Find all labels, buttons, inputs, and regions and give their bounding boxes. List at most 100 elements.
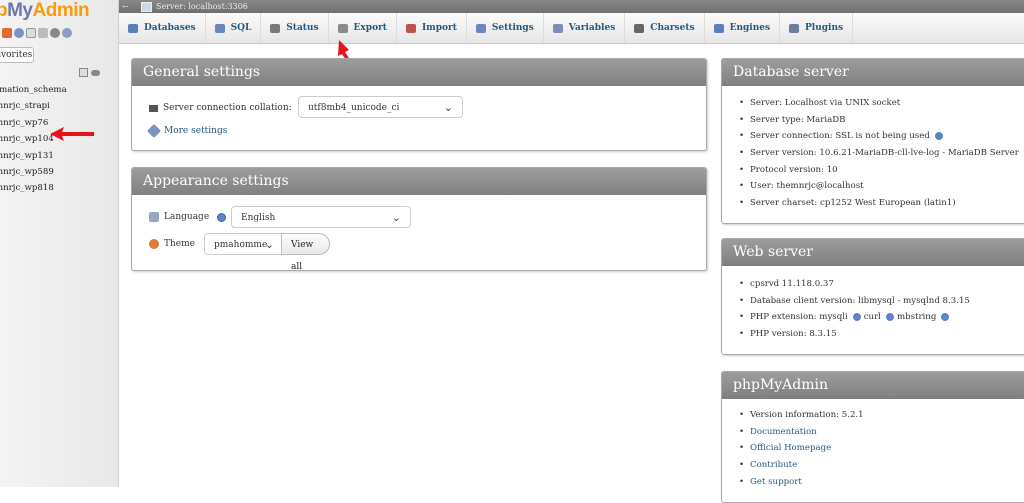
collapse-all-icon[interactable]	[79, 68, 88, 77]
database-server-title: Database server	[722, 59, 1024, 86]
sidebar-db-item[interactable]: mnrjc_wp589	[0, 164, 67, 180]
phpmyadmin-panel: phpMyAdmin Version information: 5.2.1 Do…	[721, 371, 1024, 503]
collation-label: Server connection collation:	[163, 103, 292, 113]
theme-icon	[149, 239, 159, 249]
sidebar-db-item[interactable]: mnrjc_wp818	[0, 180, 67, 196]
import-icon	[405, 23, 416, 33]
chevron-down-icon: ⌄	[443, 101, 453, 114]
language-row: Language	[149, 212, 227, 222]
plugins-icon	[789, 23, 800, 33]
theme-label: Theme	[164, 239, 195, 249]
official-homepage-link[interactable]: Official Homepage	[739, 440, 864, 457]
reload-icon[interactable]	[62, 28, 72, 38]
tab-label: Settings	[491, 23, 534, 33]
tab-variables[interactable]: Variables	[544, 13, 626, 43]
annotation-arrow-sidebar	[50, 127, 94, 141]
contribute-link[interactable]: Contribute	[739, 457, 864, 474]
engines-icon	[713, 23, 724, 33]
home-icon[interactable]	[2, 28, 12, 38]
tab-label: Charsets	[650, 23, 695, 33]
tab-label: Engines	[729, 23, 771, 33]
favorites-tab[interactable]: avorites	[0, 47, 34, 63]
tab-label: SQL	[230, 23, 252, 33]
language-icon	[149, 212, 159, 222]
settings-icon	[475, 23, 486, 33]
view-all-themes-button[interactable]: View all	[281, 233, 330, 270]
documentation-link[interactable]: Documentation	[739, 424, 864, 441]
tab-sql[interactable]: SQL	[206, 13, 262, 43]
list-item: Protocol version: 10	[739, 162, 1019, 179]
more-settings-row[interactable]: More settings	[146, 123, 227, 139]
variables-icon	[552, 23, 563, 33]
status-icon	[270, 23, 281, 33]
list-item: Server connection: SSL is not being used	[739, 128, 1019, 145]
help-icon[interactable]	[217, 212, 227, 222]
collation-row: Server connection collation:	[149, 103, 310, 113]
sidebar-db-item[interactable]: rmation_schema	[0, 82, 67, 98]
tab-charsets[interactable]: Charsets	[625, 13, 705, 43]
help-icon[interactable]	[941, 312, 950, 321]
general-settings-panel: General settings Server connection colla…	[131, 58, 707, 151]
list-item: User: themnrjc@localhost	[739, 178, 1019, 195]
list-item: Server: Localhost via UNIX socket	[739, 95, 1019, 112]
quick-icons	[2, 28, 72, 38]
export-icon	[337, 23, 348, 33]
tab-label: Variables	[568, 23, 616, 33]
server-label[interactable]: Server: localhost:3306	[156, 0, 248, 13]
docs-icon[interactable]	[38, 28, 48, 38]
tab-label: Export	[353, 23, 387, 33]
sidebar-db-item[interactable]: mnrjc_wp131	[0, 148, 67, 164]
theme-select[interactable]: pmahomme ⌄	[204, 233, 282, 255]
phpmyadmin-info: Version information: 5.2.1 Documentation…	[739, 407, 864, 490]
collation-select[interactable]: utf8mb4_unicode_ci ⌄	[298, 96, 463, 118]
charsets-icon	[634, 23, 645, 33]
tab-label: Import	[421, 23, 457, 33]
list-item: Server charset: cp1252 West European (la…	[739, 195, 1019, 212]
exit-icon[interactable]	[14, 28, 24, 38]
language-value: English	[241, 213, 276, 223]
tab-settings[interactable]: Settings	[467, 13, 544, 43]
chevron-down-icon: ⌄	[264, 238, 274, 251]
tab-databases[interactable]: Databases	[119, 13, 206, 43]
server-breadcrumb[interactable]: Server: localhost:3306	[141, 0, 248, 13]
help-icon[interactable]	[852, 312, 861, 321]
sql-icon	[214, 23, 225, 33]
gear-icon[interactable]	[50, 28, 60, 38]
sidebar-db-item[interactable]: mnrjc_strapi	[0, 98, 67, 114]
web-server-panel: Web server cpsrvd 11.118.0.37 Database c…	[721, 238, 1024, 355]
tab-plugins[interactable]: Plugins	[780, 13, 854, 43]
more-settings-link[interactable]: More settings	[164, 126, 227, 136]
tab-status[interactable]: Status	[261, 13, 329, 43]
general-settings-title: General settings	[132, 59, 706, 86]
help-icon[interactable]	[934, 131, 943, 140]
tab-export[interactable]: Export	[329, 13, 397, 43]
database-server-info: Server: Localhost via UNIX socketServer …	[739, 95, 1019, 212]
web-server-title: Web server	[722, 239, 1024, 266]
tab-import[interactable]: Import	[397, 13, 467, 43]
wrench-icon	[146, 123, 162, 139]
navigation-sidebar: pMyAdmin avorites rmation_schemamnrjc_st…	[0, 0, 119, 487]
language-label: Language	[164, 212, 210, 222]
help-icon[interactable]	[885, 312, 894, 321]
tab-label: Databases	[144, 23, 196, 33]
web-server-info: cpsrvd 11.118.0.37 Database client versi…	[739, 276, 970, 343]
phpmyadmin-panel-title: phpMyAdmin	[722, 372, 1024, 399]
appearance-settings-title: Appearance settings	[132, 168, 706, 195]
theme-value: pmahomme	[214, 240, 268, 250]
tab-engines[interactable]: Engines	[705, 13, 781, 43]
link-icon[interactable]	[91, 70, 100, 76]
list-item: PHP version: 8.3.15	[739, 326, 970, 343]
list-item: Server type: MariaDB	[739, 112, 1019, 129]
server-icon	[141, 1, 152, 12]
help-icon[interactable]	[26, 28, 36, 38]
appearance-settings-panel: Appearance settings Language English ⌄ T…	[131, 167, 707, 271]
phpmyadmin-logo[interactable]: pMyAdmin	[0, 0, 90, 22]
get-support-link[interactable]: Get support	[739, 474, 864, 491]
main-tabs: Databases SQL Status Export Import Settings Va…	[119, 13, 1024, 44]
databases-icon	[128, 23, 138, 33]
language-select[interactable]: English ⌄	[231, 206, 411, 228]
version-info: Version information: 5.2.1	[739, 407, 864, 424]
theme-row: Theme	[149, 239, 195, 249]
collapse-nav-icon[interactable]: ←	[122, 0, 129, 13]
tree-controls	[79, 68, 100, 77]
